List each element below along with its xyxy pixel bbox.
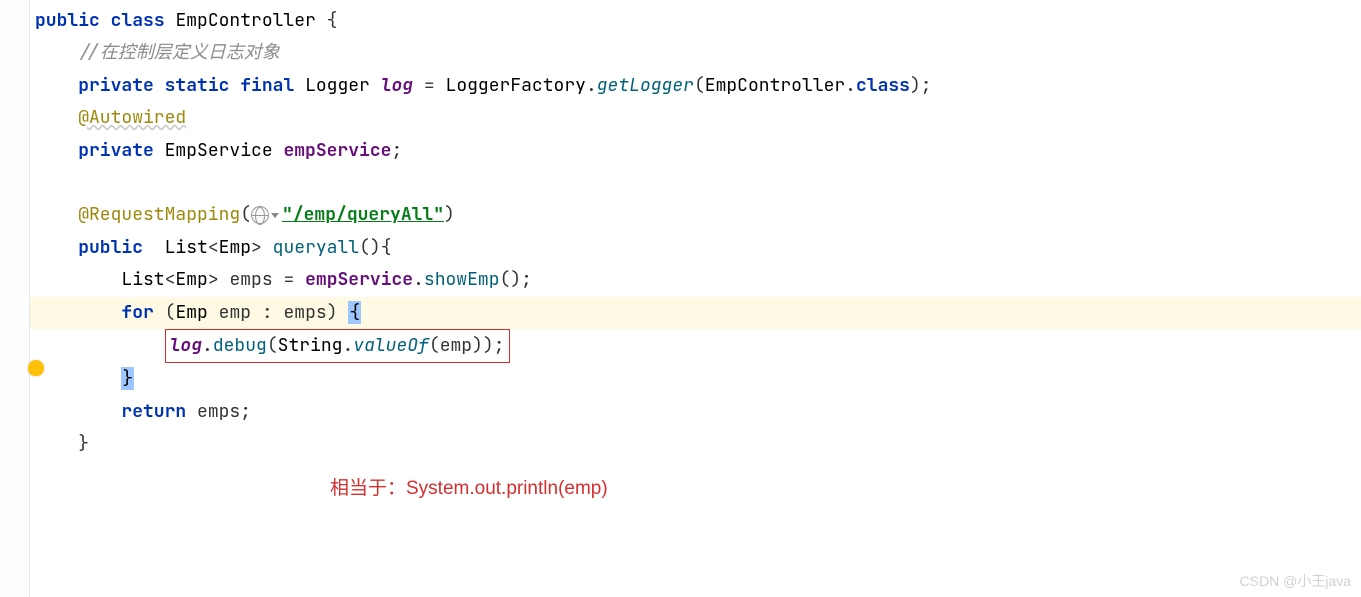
argument: emp	[440, 334, 472, 357]
angle: >	[251, 236, 262, 259]
code-line-highlighted[interactable]: for (Emp emp : emps) {	[30, 297, 1361, 329]
class-ref: EmpController	[705, 74, 845, 97]
keyword: class	[856, 74, 910, 97]
keyword: static	[165, 74, 230, 97]
user-annotation: 相当于：System.out.println(emp)	[330, 473, 608, 500]
paren: (	[240, 203, 251, 226]
code-line[interactable]: @RequestMapping( "/emp/queryAll")	[30, 199, 1361, 231]
variable: emps	[229, 268, 272, 291]
paren: (	[267, 334, 278, 357]
code-line[interactable]: private EmpService empService;	[30, 135, 1361, 167]
semicolon: ;	[921, 74, 932, 97]
keyword: class	[111, 9, 165, 32]
code-line[interactable]: @Autowired	[30, 102, 1361, 134]
brace: }	[78, 432, 89, 455]
variable: emps	[284, 301, 327, 324]
dot: .	[342, 334, 353, 357]
code-line[interactable]: }	[30, 363, 1361, 395]
type: List	[121, 268, 164, 291]
editor-gutter	[0, 0, 30, 597]
type: Emp	[219, 236, 251, 259]
keyword: private	[78, 74, 154, 97]
parens: ()	[500, 268, 522, 291]
dot: .	[586, 74, 597, 97]
code-line[interactable]: //在控制层定义日志对象	[30, 37, 1361, 69]
code-line[interactable]: }	[30, 428, 1361, 460]
angle: >	[208, 268, 219, 291]
highlighted-box: log.debug(String.valueOf(emp));	[165, 329, 510, 363]
variable: log	[170, 334, 202, 357]
code-editor[interactable]: public class EmpController { //在控制层定义日志对…	[0, 0, 1361, 460]
comment: //在控制层定义日志对象	[78, 41, 280, 64]
string-literal: "/emp/queryAll"	[282, 203, 444, 226]
type: Emp	[175, 301, 207, 324]
code-line[interactable]: log.debug(String.valueOf(emp));	[30, 329, 1361, 363]
paren: )	[483, 334, 494, 357]
field: empService	[305, 268, 413, 291]
type: Logger	[305, 74, 370, 97]
code-line[interactable]: public List<Emp> queryall(){	[30, 232, 1361, 264]
type: List	[165, 236, 208, 259]
watermark: CSDN @小王java	[1240, 571, 1351, 591]
method-call: debug	[213, 334, 267, 357]
code-line[interactable]	[30, 167, 1361, 199]
semicolon: ;	[521, 268, 532, 291]
paren: (	[165, 301, 176, 324]
globe-icon[interactable]	[251, 206, 269, 224]
method-call: getLogger	[597, 74, 694, 97]
angle: <	[208, 236, 219, 259]
brace: {	[327, 9, 338, 32]
keyword: public	[35, 9, 100, 32]
matching-brace: }	[121, 367, 134, 390]
class-name: EmpController	[175, 9, 315, 32]
dot: .	[845, 74, 856, 97]
matching-brace: {	[348, 301, 361, 324]
semicolon: ;	[494, 334, 505, 357]
keyword: return	[121, 400, 186, 423]
type: Emp	[175, 268, 207, 291]
method-call: valueOf	[353, 334, 429, 357]
paren: (	[694, 74, 705, 97]
annotation: @RequestMapping	[78, 203, 240, 226]
brace: {	[381, 236, 392, 259]
paren: )	[910, 74, 921, 97]
type: EmpService	[165, 139, 273, 162]
paren: )	[444, 203, 455, 226]
semicolon: ;	[391, 139, 402, 162]
code-line[interactable]: return emps;	[30, 396, 1361, 428]
method-call: showEmp	[424, 268, 500, 291]
keyword: for	[121, 301, 153, 324]
chevron-down-icon[interactable]	[271, 213, 279, 218]
field: empService	[283, 139, 391, 162]
type: String	[278, 334, 343, 357]
code-line[interactable]: public class EmpController {	[30, 5, 1361, 37]
method-name: queryall	[273, 236, 359, 259]
colon: :	[262, 301, 273, 324]
variable: emp	[219, 301, 251, 324]
operator: =	[283, 268, 294, 291]
operator: =	[424, 74, 435, 97]
code-line[interactable]: List<Emp> emps = empService.showEmp();	[30, 264, 1361, 296]
annotation: @Autowired	[78, 106, 186, 129]
paren: )	[327, 301, 338, 324]
keyword: private	[78, 139, 154, 162]
class-ref: LoggerFactory	[446, 74, 586, 97]
variable: log	[381, 74, 413, 97]
paren: )	[472, 334, 483, 357]
dot: .	[202, 334, 213, 357]
paren: (	[429, 334, 440, 357]
keyword: final	[240, 74, 294, 97]
variable: emps	[197, 400, 240, 423]
lightbulb-icon[interactable]	[28, 360, 44, 376]
angle: <	[165, 268, 176, 291]
semicolon: ;	[240, 400, 251, 423]
parens: ()	[359, 236, 381, 259]
dot: .	[413, 268, 424, 291]
code-line[interactable]: private static final Logger log = Logger…	[30, 70, 1361, 102]
keyword: public	[78, 236, 143, 259]
